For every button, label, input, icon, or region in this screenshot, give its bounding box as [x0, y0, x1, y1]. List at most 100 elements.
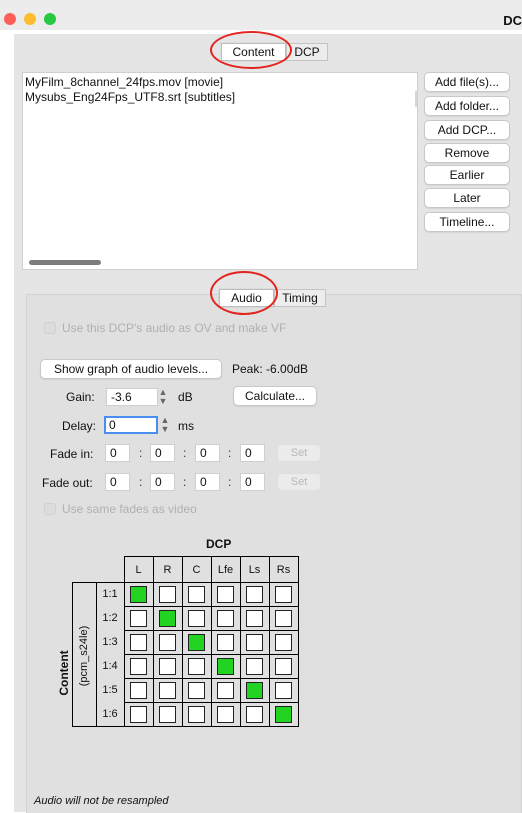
calculate-gain-button[interactable]: Calculate... — [233, 386, 317, 406]
matrix-dcp-label: DCP — [206, 537, 232, 551]
matrix-route-checkbox[interactable] — [159, 634, 176, 651]
matrix-grid-line — [96, 582, 97, 727]
fade-out-frames[interactable]: 0 — [240, 473, 265, 491]
fade-out-minutes[interactable]: 0 — [150, 473, 175, 491]
remove-button[interactable]: Remove — [424, 143, 510, 163]
matrix-route-checkbox[interactable] — [188, 658, 205, 675]
matrix-column-header: Ls — [248, 564, 261, 576]
matrix-route-checkbox[interactable] — [217, 586, 234, 603]
tab-audio[interactable]: Audio — [219, 289, 274, 307]
matrix-grid-line — [240, 556, 241, 727]
add-folder-button[interactable]: Add folder... — [424, 96, 510, 116]
matrix-route-checkbox[interactable] — [217, 706, 234, 723]
matrix-route-checkbox[interactable] — [159, 658, 176, 675]
matrix-row-header: 1:5 — [102, 684, 118, 696]
fade-in-seconds[interactable]: 0 — [195, 444, 220, 462]
matrix-route-checkbox[interactable] — [188, 610, 205, 627]
content-file-list[interactable]: MyFilm_8channel_24fps.mov [movie] Mysubs… — [22, 72, 418, 270]
matrix-stream-label: (pcm_s24le) — [78, 625, 90, 687]
list-vertical-scrollbar[interactable] — [415, 91, 417, 107]
tab-timing[interactable]: Timing — [274, 289, 326, 307]
matrix-route-checkbox[interactable] — [275, 706, 292, 723]
matrix-column-header: C — [192, 564, 201, 576]
matrix-grid-line — [298, 556, 299, 727]
title-bar: DC — [0, 0, 522, 30]
add-dcp-button[interactable]: Add DCP... — [424, 120, 510, 140]
matrix-column-header: Lfe — [217, 564, 234, 576]
zoom-window-button[interactable] — [44, 13, 56, 25]
tab-content[interactable]: Content — [221, 43, 286, 61]
matrix-route-checkbox[interactable] — [188, 634, 205, 651]
fade-out-seconds[interactable]: 0 — [195, 473, 220, 491]
matrix-route-checkbox[interactable] — [188, 586, 205, 603]
add-files-button[interactable]: Add file(s)... — [424, 72, 510, 92]
fade-in-hours[interactable]: 0 — [105, 444, 130, 462]
matrix-grid-line — [182, 556, 183, 727]
peak-level-text: Peak: -6.00dB — [232, 362, 309, 376]
matrix-route-checkbox[interactable] — [246, 610, 263, 627]
matrix-route-checkbox[interactable] — [217, 682, 234, 699]
matrix-route-checkbox[interactable] — [159, 586, 176, 603]
resample-note: Audio will not be resampled — [34, 795, 169, 807]
matrix-row-header: 1:1 — [102, 588, 118, 600]
matrix-route-checkbox[interactable] — [188, 682, 205, 699]
matrix-row-header: 1:3 — [102, 636, 118, 648]
later-button[interactable]: Later — [424, 188, 510, 208]
matrix-route-checkbox[interactable] — [130, 610, 147, 627]
matrix-route-checkbox[interactable] — [217, 634, 234, 651]
minimize-window-button[interactable] — [24, 13, 36, 25]
matrix-route-checkbox[interactable] — [159, 610, 176, 627]
matrix-grid-line — [124, 556, 125, 727]
file-list-item[interactable]: MyFilm_8channel_24fps.mov [movie] — [25, 75, 223, 89]
gain-input[interactable]: -3.6 — [106, 388, 158, 406]
audio-mapping-matrix: L R C Lfe Ls Rs 1:1 1:2 1:3 1:4 1:5 1:6 — [72, 556, 315, 760]
matrix-column-header: R — [163, 564, 172, 576]
gain-label: Gain: — [66, 390, 95, 404]
fade-out-separator: : — [183, 475, 187, 489]
earlier-button[interactable]: Earlier — [424, 165, 510, 185]
matrix-column-header: L — [135, 564, 142, 576]
matrix-route-checkbox[interactable] — [275, 634, 292, 651]
fade-in-frames[interactable]: 0 — [240, 444, 265, 462]
matrix-route-checkbox[interactable] — [275, 682, 292, 699]
tab-dcp[interactable]: DCP — [286, 43, 328, 61]
matrix-route-checkbox[interactable] — [246, 634, 263, 651]
fade-in-set-button[interactable]: Set — [277, 444, 321, 462]
matrix-content-label: Content — [57, 650, 71, 696]
matrix-route-checkbox[interactable] — [246, 586, 263, 603]
fade-out-hours[interactable]: 0 — [105, 473, 130, 491]
matrix-route-checkbox[interactable] — [217, 610, 234, 627]
fade-out-set-button[interactable]: Set — [277, 473, 321, 491]
list-horizontal-scrollbar[interactable] — [29, 260, 101, 265]
matrix-route-checkbox[interactable] — [130, 706, 147, 723]
matrix-row-header: 1:2 — [102, 612, 118, 624]
matrix-route-checkbox[interactable] — [130, 658, 147, 675]
matrix-route-checkbox[interactable] — [275, 586, 292, 603]
matrix-column-header: Rs — [276, 564, 291, 576]
matrix-route-checkbox[interactable] — [159, 682, 176, 699]
gain-stepper[interactable]: ▲ ▼ — [158, 388, 168, 406]
fade-in-minutes[interactable]: 0 — [150, 444, 175, 462]
matrix-route-checkbox[interactable] — [246, 706, 263, 723]
delay-stepper[interactable]: ▲ ▼ — [160, 416, 170, 434]
matrix-route-checkbox[interactable] — [130, 682, 147, 699]
use-dcp-audio-checkbox[interactable] — [44, 322, 56, 334]
matrix-route-checkbox[interactable] — [275, 610, 292, 627]
matrix-route-checkbox[interactable] — [130, 586, 147, 603]
matrix-route-checkbox[interactable] — [217, 658, 234, 675]
matrix-route-checkbox[interactable] — [188, 706, 205, 723]
matrix-route-checkbox[interactable] — [246, 682, 263, 699]
fade-in-separator: : — [228, 446, 232, 460]
matrix-grid-line — [72, 582, 73, 727]
matrix-route-checkbox[interactable] — [130, 634, 147, 651]
matrix-route-checkbox[interactable] — [246, 658, 263, 675]
matrix-grid-line — [153, 556, 154, 727]
timeline-button[interactable]: Timeline... — [424, 212, 510, 232]
file-list-item[interactable]: Mysubs_Eng24Fps_UTF8.srt [subtitles] — [25, 90, 235, 104]
matrix-route-checkbox[interactable] — [159, 706, 176, 723]
matrix-route-checkbox[interactable] — [275, 658, 292, 675]
close-window-button[interactable] — [4, 13, 16, 25]
show-audio-graph-button[interactable]: Show graph of audio levels... — [40, 359, 222, 379]
same-fades-checkbox[interactable] — [44, 503, 56, 515]
delay-input[interactable]: 0 — [104, 416, 158, 434]
